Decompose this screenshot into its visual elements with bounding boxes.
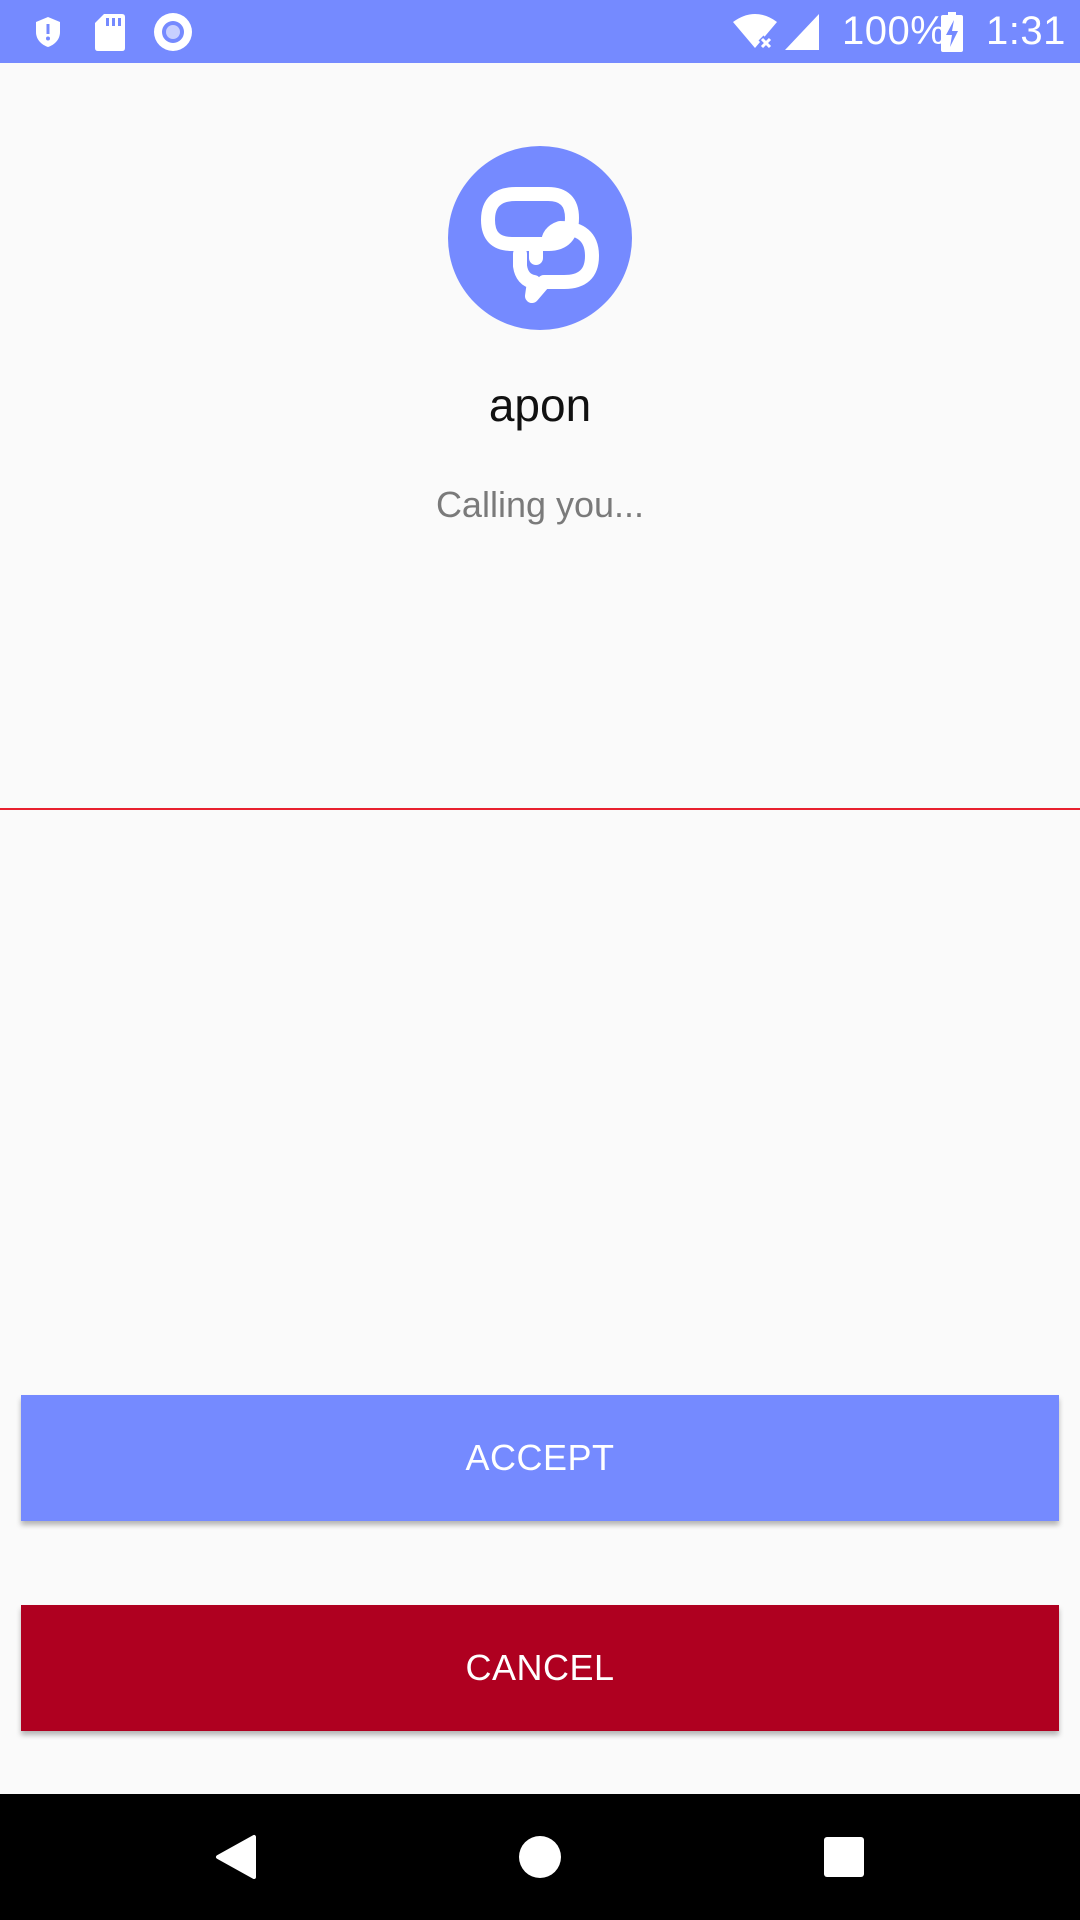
cell-signal-icon — [782, 0, 822, 63]
battery-charging-icon — [938, 0, 966, 63]
navigation-bar — [0, 1794, 1080, 1920]
call-status-text: Calling you... — [435, 484, 645, 525]
recents-icon[interactable] — [784, 1794, 904, 1920]
accept-button[interactable]: ACCEPT — [21, 1395, 1059, 1521]
divider-line — [0, 808, 1080, 810]
caller-avatar — [448, 146, 632, 330]
sd-card-icon — [92, 0, 128, 63]
home-icon[interactable] — [480, 1794, 600, 1920]
caller-name: apon — [488, 379, 592, 431]
circle-record-icon — [152, 0, 194, 63]
back-icon[interactable] — [176, 1794, 296, 1920]
chat-bubbles-icon — [481, 187, 599, 303]
status-bar: 100% 1:31 — [0, 0, 1080, 63]
shield-icon — [28, 0, 68, 63]
clock: 1:31 — [986, 9, 1066, 53]
wifi-off-icon — [730, 0, 780, 63]
cancel-button[interactable]: CANCEL — [21, 1605, 1059, 1731]
battery-percent: 100% — [842, 9, 947, 53]
